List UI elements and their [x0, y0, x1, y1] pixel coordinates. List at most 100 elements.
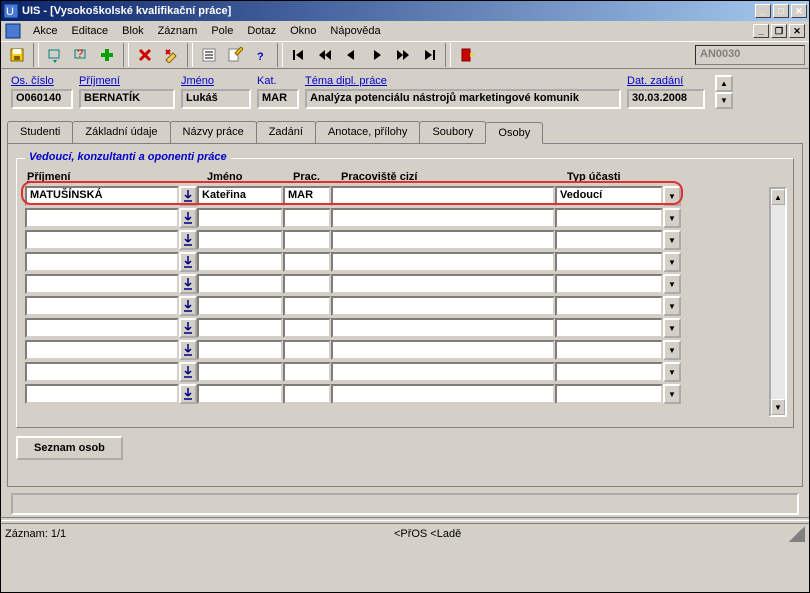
- cell-pracoviste-cizi[interactable]: [331, 230, 555, 250]
- menu-okno[interactable]: Okno: [284, 23, 322, 39]
- cell-jmeno[interactable]: [197, 230, 283, 250]
- lookup-prijmeni-button[interactable]: [179, 296, 197, 316]
- record-down-button[interactable]: ▼: [715, 92, 733, 109]
- dropdown-typ-ucasti-button[interactable]: ▼: [663, 384, 681, 404]
- jmeno-label[interactable]: Jméno: [181, 75, 251, 87]
- exit-button[interactable]: [455, 43, 479, 67]
- cell-typ-ucasti[interactable]: [555, 340, 663, 360]
- cell-prac[interactable]: [283, 274, 331, 294]
- lookup-prijmeni-button[interactable]: [179, 318, 197, 338]
- tab-soubory[interactable]: Soubory: [419, 121, 486, 143]
- lookup-prijmeni-button[interactable]: [179, 208, 197, 228]
- cell-jmeno[interactable]: [197, 340, 283, 360]
- mdi-restore-button[interactable]: ❐: [771, 24, 787, 38]
- cell-pracoviste-cizi[interactable]: [331, 208, 555, 228]
- cell-typ-ucasti[interactable]: [555, 274, 663, 294]
- insert-record-button[interactable]: [95, 43, 119, 67]
- cell-prijmeni[interactable]: [25, 362, 179, 382]
- cell-pracoviste-cizi[interactable]: [331, 252, 555, 272]
- next-block-button[interactable]: [391, 43, 415, 67]
- lookup-prijmeni-button[interactable]: [179, 186, 197, 206]
- cell-prijmeni[interactable]: [25, 318, 179, 338]
- cell-typ-ucasti[interactable]: Vedoucí: [555, 186, 663, 206]
- cell-pracoviste-cizi[interactable]: [331, 186, 555, 206]
- scroll-track[interactable]: [771, 205, 785, 399]
- record-up-button[interactable]: ▲: [715, 75, 733, 92]
- cell-pracoviste-cizi[interactable]: [331, 340, 555, 360]
- clear-record-button[interactable]: [159, 43, 183, 67]
- menu-editace[interactable]: Editace: [65, 23, 114, 39]
- mdi-minimize-button[interactable]: _: [753, 24, 769, 38]
- menu-akce[interactable]: Akce: [27, 23, 63, 39]
- save-button[interactable]: [5, 43, 29, 67]
- prijmeni-label[interactable]: Příjmení: [79, 75, 175, 87]
- prev-block-button[interactable]: [313, 43, 337, 67]
- prev-record-button[interactable]: [339, 43, 363, 67]
- cell-jmeno[interactable]: [197, 384, 283, 404]
- tab-osoby[interactable]: Osoby: [485, 122, 543, 144]
- cell-prac[interactable]: [283, 318, 331, 338]
- dropdown-typ-ucasti-button[interactable]: ▼: [663, 208, 681, 228]
- dat-zadani-label[interactable]: Dat. zadání: [627, 75, 705, 87]
- cell-jmeno[interactable]: [197, 208, 283, 228]
- mdi-close-button[interactable]: ✕: [789, 24, 805, 38]
- cell-typ-ucasti[interactable]: [555, 296, 663, 316]
- cell-prac[interactable]: MAR: [283, 186, 331, 206]
- dropdown-typ-ucasti-button[interactable]: ▼: [663, 274, 681, 294]
- menu-dotaz[interactable]: Dotaz: [241, 23, 282, 39]
- lookup-prijmeni-button[interactable]: [179, 230, 197, 250]
- menu-pole[interactable]: Pole: [205, 23, 239, 39]
- cell-typ-ucasti[interactable]: [555, 252, 663, 272]
- tab-studenti[interactable]: Studenti: [7, 121, 73, 143]
- resize-grip-icon[interactable]: [789, 526, 805, 542]
- grid-scrollbar[interactable]: ▲ ▼: [769, 187, 787, 417]
- cell-prijmeni[interactable]: [25, 230, 179, 250]
- cell-pracoviste-cizi[interactable]: [331, 384, 555, 404]
- seznam-osob-button[interactable]: Seznam osob: [16, 436, 123, 460]
- edit-button[interactable]: [223, 43, 247, 67]
- cell-prijmeni[interactable]: [25, 252, 179, 272]
- cell-pracoviste-cizi[interactable]: [331, 318, 555, 338]
- tema-field[interactable]: Analýza potenciálu nástrojů marketingové…: [305, 89, 621, 109]
- lookup-prijmeni-button[interactable]: [179, 274, 197, 294]
- cell-jmeno[interactable]: Kateřina: [197, 186, 283, 206]
- cell-pracoviste-cizi[interactable]: [331, 274, 555, 294]
- lookup-prijmeni-button[interactable]: [179, 362, 197, 382]
- tab-nazvy-prace[interactable]: Názvy práce: [170, 121, 257, 143]
- dat-zadani-field[interactable]: 30.03.2008: [627, 89, 705, 109]
- os-cislo-field[interactable]: O060140: [11, 89, 73, 109]
- cell-pracoviste-cizi[interactable]: [331, 296, 555, 316]
- next-record-button[interactable]: [365, 43, 389, 67]
- cell-typ-ucasti[interactable]: [555, 384, 663, 404]
- cell-prijmeni[interactable]: [25, 384, 179, 404]
- menu-zaznam[interactable]: Záznam: [152, 23, 204, 39]
- tab-zadani[interactable]: Zadání: [256, 121, 316, 143]
- cell-typ-ucasti[interactable]: [555, 230, 663, 250]
- maximize-button[interactable]: □: [773, 4, 789, 18]
- cell-prac[interactable]: [283, 208, 331, 228]
- dropdown-typ-ucasti-button[interactable]: ▼: [663, 296, 681, 316]
- query-execute-button[interactable]: ?: [69, 43, 93, 67]
- tema-label[interactable]: Téma dipl. práce: [305, 75, 621, 87]
- tab-anotace-prilohy[interactable]: Anotace, přílohy: [315, 121, 421, 143]
- cell-jmeno[interactable]: [197, 318, 283, 338]
- cell-jmeno[interactable]: [197, 362, 283, 382]
- cell-prijmeni[interactable]: [25, 208, 179, 228]
- cell-pracoviste-cizi[interactable]: [331, 362, 555, 382]
- cell-prac[interactable]: [283, 230, 331, 250]
- os-cislo-label[interactable]: Os. číslo: [11, 75, 73, 87]
- kat-field[interactable]: MAR: [257, 89, 299, 109]
- cell-typ-ucasti[interactable]: [555, 362, 663, 382]
- cell-jmeno[interactable]: [197, 252, 283, 272]
- close-button[interactable]: ✕: [791, 4, 807, 18]
- last-record-button[interactable]: [417, 43, 441, 67]
- lookup-prijmeni-button[interactable]: [179, 384, 197, 404]
- cell-prac[interactable]: [283, 252, 331, 272]
- cell-jmeno[interactable]: [197, 296, 283, 316]
- dropdown-typ-ucasti-button[interactable]: ▼: [663, 362, 681, 382]
- delete-record-button[interactable]: [133, 43, 157, 67]
- cell-typ-ucasti[interactable]: [555, 208, 663, 228]
- scroll-down-button[interactable]: ▼: [771, 399, 785, 415]
- lookup-prijmeni-button[interactable]: [179, 340, 197, 360]
- cell-prijmeni[interactable]: MATUŠÍNSKÁ: [25, 186, 179, 206]
